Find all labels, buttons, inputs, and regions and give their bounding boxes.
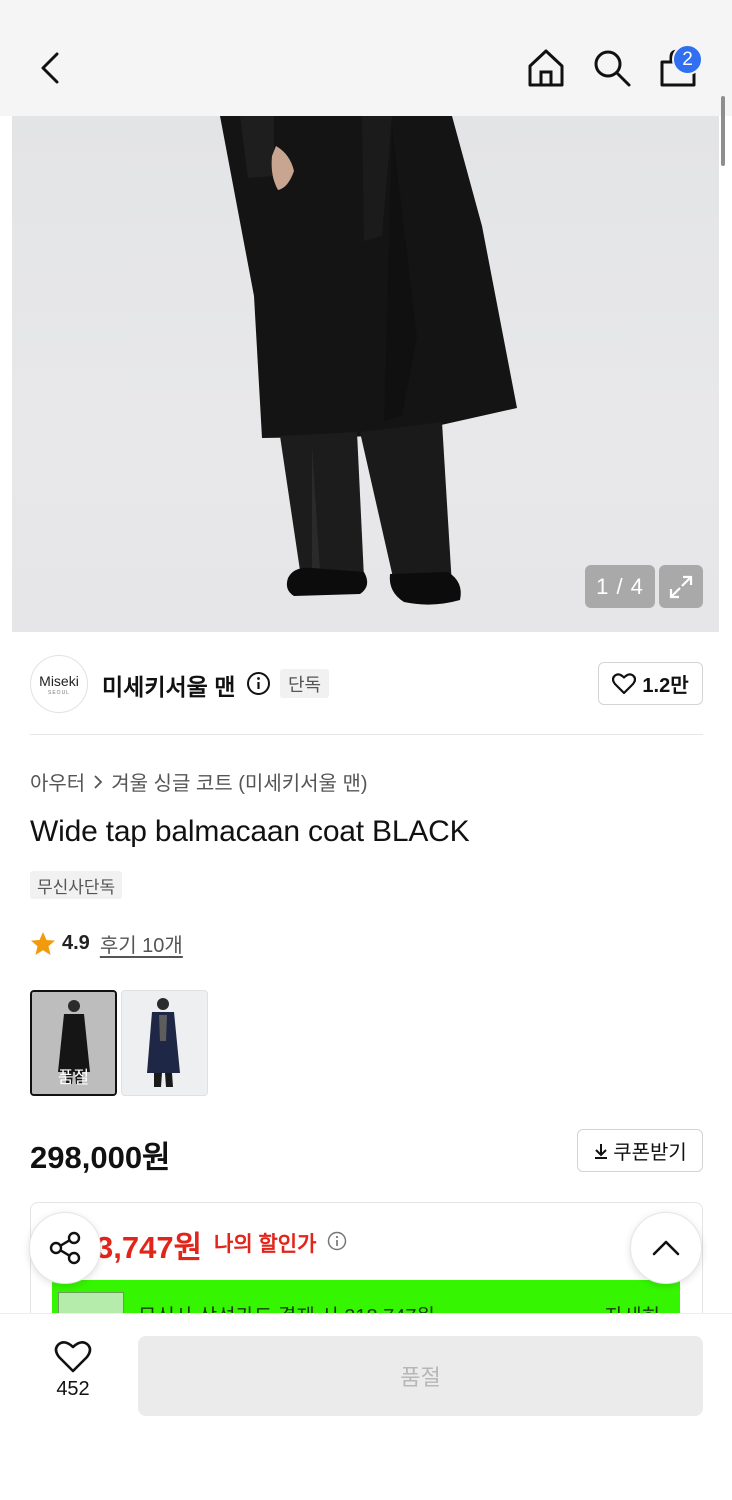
exclusive-badge: 무신사단독 bbox=[30, 871, 123, 899]
scroll-top-button[interactable] bbox=[630, 1212, 702, 1284]
star-icon bbox=[31, 931, 55, 955]
brand-like-count: 1.2만 bbox=[642, 675, 689, 697]
breadcrumb-item-category[interactable]: 아우터 bbox=[30, 767, 85, 796]
cart-count-badge: 2 bbox=[672, 44, 703, 75]
chevron-up-icon bbox=[652, 1240, 680, 1256]
wishlist-count: 452 bbox=[56, 1378, 90, 1400]
thumbnail-soldout-label: 품절 bbox=[57, 1068, 90, 1087]
back-button[interactable] bbox=[22, 40, 78, 96]
brand-logo-text: Miseki bbox=[39, 672, 79, 689]
rating-score: 4.9 bbox=[62, 932, 90, 954]
reviews-link[interactable]: 후기 10개 bbox=[100, 929, 183, 958]
product-main-image[interactable] bbox=[12, 116, 719, 632]
get-coupon-button[interactable]: 쿠폰받기 bbox=[577, 1129, 703, 1172]
expand-icon bbox=[669, 575, 693, 598]
chevron-left-icon bbox=[41, 52, 59, 84]
rating-summary: 4.9 후기 10개 bbox=[30, 929, 183, 958]
sold-out-button[interactable]: 품절 bbox=[138, 1336, 703, 1416]
share-icon bbox=[49, 1231, 81, 1265]
brand-logo-subtext: SEOUL bbox=[48, 689, 70, 696]
wishlist-button[interactable]: 452 bbox=[38, 1340, 108, 1410]
product-price: 298,000원 bbox=[30, 1140, 171, 1175]
page-scrollbar[interactable] bbox=[721, 96, 725, 166]
download-icon bbox=[595, 1143, 608, 1159]
info-icon[interactable] bbox=[327, 1231, 347, 1251]
search-button[interactable] bbox=[584, 40, 640, 96]
chevron-right-icon bbox=[94, 774, 103, 789]
expand-image-button[interactable] bbox=[659, 565, 703, 608]
home-button[interactable] bbox=[518, 40, 574, 96]
my-discount-label: 나의 할인가 bbox=[214, 1233, 317, 1256]
my-discount-price: 3,747원 bbox=[96, 1230, 203, 1265]
brand-logo[interactable]: Miseki SEOUL bbox=[30, 655, 88, 713]
brand-name[interactable]: 미세키서울 맨 bbox=[102, 668, 235, 702]
product-photo bbox=[220, 116, 517, 605]
heart-icon bbox=[612, 672, 637, 694]
search-icon bbox=[594, 50, 631, 87]
image-counter: 1 / 4 bbox=[585, 565, 655, 608]
color-option-black[interactable]: 품절 bbox=[30, 990, 117, 1096]
brand-like-button[interactable]: 1.2만 bbox=[598, 662, 703, 705]
thumbnail-image bbox=[122, 991, 207, 1095]
breadcrumb: 아우터 겨울 싱글 코트 (미세키서울 맨) bbox=[30, 767, 368, 796]
product-title: Wide tap balmacaan coat BLACK bbox=[30, 815, 470, 848]
share-button[interactable] bbox=[29, 1212, 101, 1284]
info-icon[interactable] bbox=[246, 671, 271, 696]
home-icon bbox=[528, 49, 564, 87]
heart-icon bbox=[54, 1341, 92, 1373]
color-option-navy[interactable] bbox=[121, 990, 208, 1096]
get-coupon-label: 쿠폰받기 bbox=[613, 1142, 687, 1164]
section-divider bbox=[30, 734, 703, 735]
brand-exclusive-tag: 단독 bbox=[280, 669, 330, 698]
breadcrumb-item-subcategory[interactable]: 겨울 싱글 코트 (미세키서울 맨) bbox=[111, 767, 367, 796]
